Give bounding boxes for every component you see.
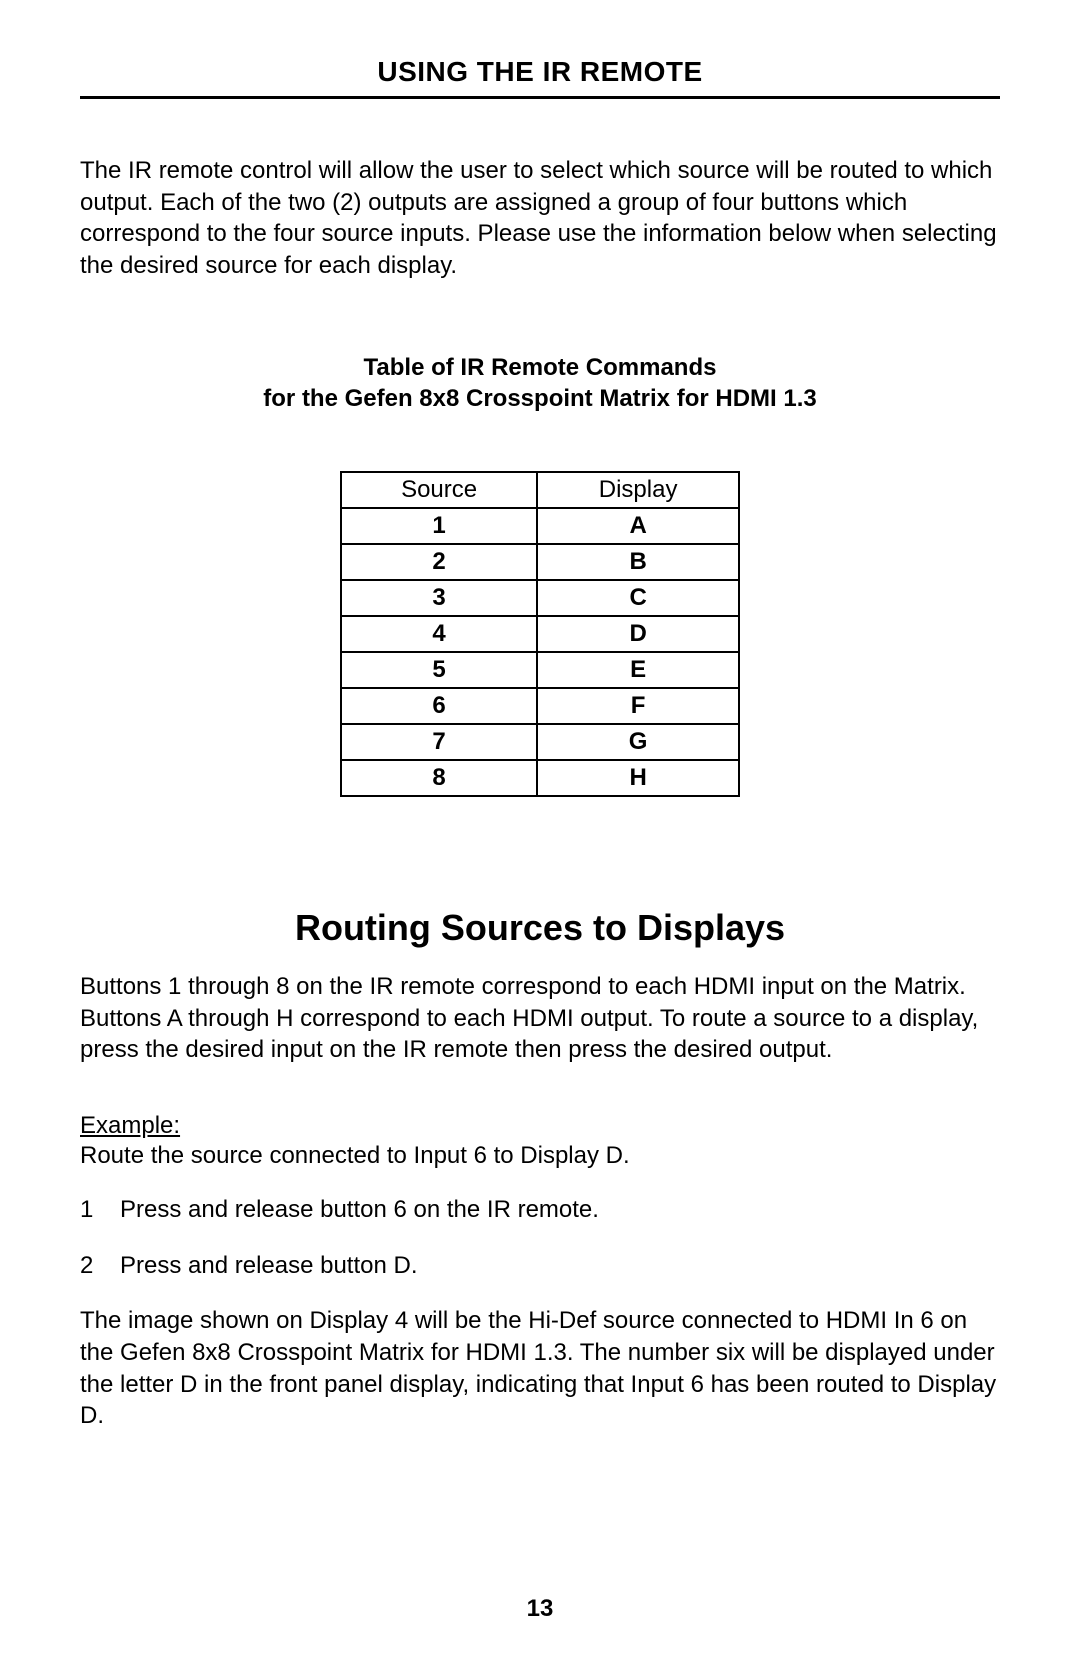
cell-source: 6 [341,688,537,724]
table-caption: Table of IR Remote Commands for the Gefe… [80,352,1000,415]
cell-display: A [537,508,739,544]
cell-display: E [537,652,739,688]
cell-source: 8 [341,760,537,796]
table-row: 2B [341,544,739,580]
cell-source: 3 [341,580,537,616]
step-text: Press and release button D. [120,1250,418,1282]
intro-paragraph: The IR remote control will allow the use… [80,155,1000,282]
cell-display: H [537,760,739,796]
routing-paragraph: Buttons 1 through 8 on the IR remote cor… [80,971,1000,1066]
table-row: 3C [341,580,739,616]
table-row: 8H [341,760,739,796]
page-title: USING THE IR REMOTE [80,56,1000,99]
step-number: 1 [80,1194,98,1226]
cell-display: F [537,688,739,724]
list-item: 2 Press and release button D. [80,1250,1000,1282]
cell-source: 5 [341,652,537,688]
step-number: 2 [80,1250,98,1282]
ir-commands-table: Source Display 1A 2B 3C 4D 5E 6F 7G 8H [340,471,740,797]
table-row: 6F [341,688,739,724]
table-header-row: Source Display [341,472,739,508]
example-description: Route the source connected to Input 6 to… [80,1142,1000,1170]
example-label: Example: [80,1112,1000,1140]
cell-source: 2 [341,544,537,580]
example-steps: 1 Press and release button 6 on the IR r… [80,1194,1000,1281]
table-row: 5E [341,652,739,688]
page-number: 13 [0,1595,1080,1623]
cell-source: 7 [341,724,537,760]
table-row: 1A [341,508,739,544]
cell-source: 4 [341,616,537,652]
routing-heading: Routing Sources to Displays [80,907,1000,949]
table-header-source: Source [341,472,537,508]
table-caption-line1: Table of IR Remote Commands [364,354,717,381]
step-text: Press and release button 6 on the IR rem… [120,1194,599,1226]
cell-display: G [537,724,739,760]
table-header-display: Display [537,472,739,508]
closing-paragraph: The image shown on Display 4 will be the… [80,1305,1000,1432]
table-row: 4D [341,616,739,652]
cell-display: C [537,580,739,616]
table-row: 7G [341,724,739,760]
cell-display: D [537,616,739,652]
list-item: 1 Press and release button 6 on the IR r… [80,1194,1000,1226]
table-caption-line2: for the Gefen 8x8 Crosspoint Matrix for … [263,385,816,412]
cell-source: 1 [341,508,537,544]
cell-display: B [537,544,739,580]
